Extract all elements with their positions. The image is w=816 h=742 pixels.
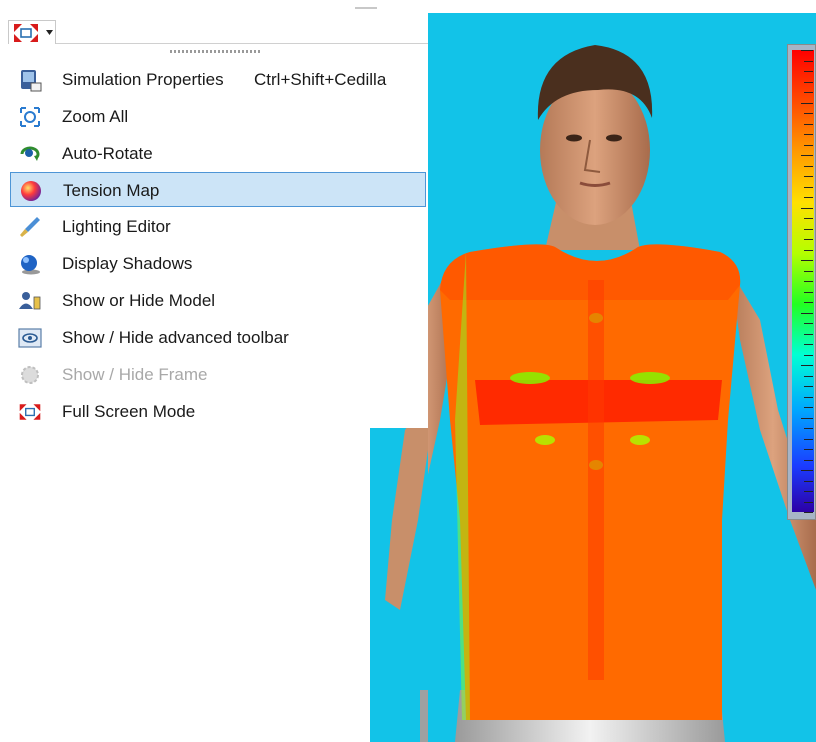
menu-item-show-hide-model[interactable]: Show or Hide Model xyxy=(10,283,426,318)
menu-item-simulation-properties[interactable]: Simulation Properties Ctrl+Shift+Cedilla xyxy=(10,62,426,97)
menu-item-label: Show / Hide advanced toolbar xyxy=(62,328,289,347)
legend-tick xyxy=(801,260,813,261)
legend-tick xyxy=(804,428,813,429)
legend-tick xyxy=(804,396,813,398)
menu-item-tension-map[interactable]: Tension Map xyxy=(10,172,426,207)
auto-rotate-icon xyxy=(20,146,40,161)
menu-item-label: Tension Map xyxy=(63,181,160,200)
display-shadows-icon xyxy=(21,255,40,275)
toolbar-divider xyxy=(56,43,428,44)
tension-map-icon xyxy=(21,181,41,201)
legend-tick xyxy=(804,81,813,83)
fullscreen-icon xyxy=(14,24,38,42)
lighting-editor-icon xyxy=(20,217,40,237)
legend-tick xyxy=(801,312,813,314)
legend-tick xyxy=(804,354,813,356)
legend-tick xyxy=(804,512,813,513)
legend-tick xyxy=(801,470,813,471)
avatar-scene[interactable] xyxy=(428,13,816,742)
legend-tick xyxy=(804,344,813,345)
fullscreen-icon xyxy=(19,404,41,420)
legend-tick xyxy=(801,155,813,156)
legend-tick xyxy=(804,302,813,303)
menu-item-label: Auto-Rotate xyxy=(62,144,153,163)
legend-tick xyxy=(804,323,813,324)
legend-tick xyxy=(804,176,813,177)
legend-tick xyxy=(804,71,813,72)
legend-tick xyxy=(804,438,813,440)
menu-item-auto-rotate[interactable]: Auto-Rotate xyxy=(10,136,426,171)
toolbar-separator xyxy=(355,7,377,9)
legend-tick xyxy=(804,218,813,219)
menu-item-display-shadows[interactable]: Display Shadows xyxy=(10,246,426,281)
caret-down-icon xyxy=(46,30,53,35)
menu-item-label: Show / Hide Frame xyxy=(62,365,208,384)
advanced-toolbar-icon xyxy=(18,328,42,348)
legend-tick xyxy=(804,60,813,62)
legend-tick xyxy=(804,186,813,188)
legend-tick xyxy=(804,197,813,198)
menu-item-show-hide-frame: Show / Hide Frame xyxy=(10,357,426,392)
legend-tick xyxy=(804,449,813,450)
legend-tick xyxy=(801,365,813,366)
legend-tick xyxy=(804,228,813,230)
menu-item-label: Zoom All xyxy=(62,107,129,126)
legend-tick xyxy=(804,92,813,93)
3d-viewport[interactable] xyxy=(428,13,816,742)
menu-item-shortcut: Ctrl+Shift+Cedilla xyxy=(254,70,387,89)
legend-tick xyxy=(804,291,813,293)
legend-tick xyxy=(804,113,813,114)
tension-scale-ticks xyxy=(801,50,813,513)
menu-item-label: Simulation Properties xyxy=(62,70,224,89)
legend-tick xyxy=(804,333,813,335)
legend-tick xyxy=(801,417,813,419)
show-hide-model-icon xyxy=(19,292,41,310)
legend-tick xyxy=(804,501,813,503)
fullscreen-dropdown-button[interactable] xyxy=(8,20,56,44)
legend-tick xyxy=(804,134,813,135)
tension-scale-legend xyxy=(787,44,816,520)
legend-tick xyxy=(804,480,813,482)
legend-tick xyxy=(801,50,813,51)
simulation-properties-icon xyxy=(21,70,42,92)
button-placket xyxy=(588,280,604,680)
menu-resize-grip[interactable] xyxy=(170,50,262,53)
legend-tick xyxy=(804,281,813,282)
3d-viewport-lower xyxy=(370,428,428,742)
legend-tick xyxy=(804,144,813,146)
legend-tick xyxy=(801,102,813,104)
menu-item-full-screen-mode[interactable]: Full Screen Mode xyxy=(10,394,426,429)
legend-tick xyxy=(804,123,813,125)
legend-tick xyxy=(804,239,813,240)
viewport-toolbar xyxy=(0,0,428,46)
legend-tick xyxy=(804,459,813,461)
menu-item-label: Full Screen Mode xyxy=(62,402,196,421)
legend-tick xyxy=(804,249,813,251)
menu-item-label: Lighting Editor xyxy=(62,217,171,236)
zoom-all-icon xyxy=(20,107,40,127)
legend-tick xyxy=(801,207,813,209)
legend-tick xyxy=(804,270,813,272)
menu-item-label: Show or Hide Model xyxy=(62,291,216,310)
legend-tick xyxy=(804,386,813,387)
legend-tick xyxy=(804,165,813,167)
menu-item-zoom-all[interactable]: Zoom All xyxy=(10,99,426,134)
view-options-menu: Simulation Properties Ctrl+Shift+Cedilla… xyxy=(0,50,428,429)
frame-icon xyxy=(21,366,39,384)
menu-item-lighting-editor[interactable]: Lighting Editor xyxy=(10,209,426,244)
legend-tick xyxy=(804,491,813,492)
menu-item-label: Display Shadows xyxy=(62,254,193,273)
menu-item-show-hide-advanced-toolbar[interactable]: Show / Hide advanced toolbar xyxy=(10,320,426,355)
legend-tick xyxy=(804,375,813,377)
legend-tick xyxy=(804,407,813,408)
